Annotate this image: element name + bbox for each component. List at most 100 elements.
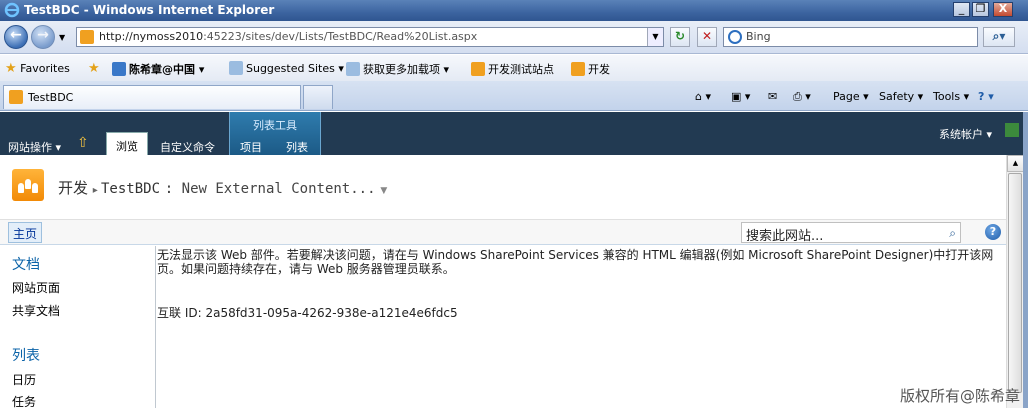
site-actions-menu[interactable]: 网站操作 ▾ (8, 139, 61, 155)
feeds-icon[interactable]: ▣ ▾ (731, 90, 750, 103)
tab-browse[interactable]: 浏览 (106, 132, 148, 155)
forward-arrow-icon: → (37, 27, 49, 43)
web-slice-icon (112, 62, 126, 76)
search-icon[interactable]: ⌕ (949, 226, 956, 241)
fav-item-label: 获取更多加载项 (363, 63, 440, 76)
fav-item-label: Suggested Sites (246, 62, 335, 75)
search-input[interactable]: Bing (723, 27, 978, 47)
fav-item-label: 开发测试站点 (488, 63, 554, 76)
tab-custom-commands[interactable]: 自定义命令 (160, 139, 215, 155)
fav-item-label: 陈希章@中国 (129, 63, 195, 76)
scroll-up-icon[interactable]: ▲ (1007, 155, 1024, 172)
bing-icon (728, 30, 742, 44)
fav-item-user[interactable]: 陈希章@中国 ▾ (112, 61, 204, 77)
window-frame-right (1023, 112, 1028, 408)
breadcrumb-site[interactable]: 开发 (58, 179, 88, 197)
site-title-area: 开发 ▸ TestBDC : New External Content... ▼ (0, 155, 1006, 219)
site-actions-label: 网站操作 (8, 141, 52, 154)
user-label: 系统帐户 (939, 128, 983, 141)
safety-menu[interactable]: Safety ▾ (879, 90, 923, 103)
site-logo-icon[interactable] (12, 169, 44, 201)
page-menu[interactable]: Page ▾ (833, 90, 869, 103)
search-button[interactable]: ⌕▾ (983, 27, 1015, 47)
close-button[interactable]: X (993, 2, 1013, 17)
url-path: :45223/sites/dev/Lists/TestBDC/Read%20Li… (203, 30, 478, 43)
nav-link-tasks[interactable]: 任务 (12, 393, 36, 408)
sharepoint-favicon-icon (471, 62, 485, 76)
minimize-button[interactable]: _ (953, 2, 970, 17)
safety-menu-label: Safety (879, 90, 915, 103)
tab-bar: TestBDC ⌂ ▾ ▣ ▾ ✉ ⎙ ▾ Page ▾ Safety ▾ To… (0, 81, 1028, 111)
list-tools-label: 列表工具 (253, 119, 297, 132)
sharepoint-favicon-icon (80, 30, 94, 44)
back-button[interactable]: ← (4, 25, 28, 49)
nav-home[interactable]: 主页 (8, 222, 43, 243)
forward-button[interactable]: → (31, 25, 55, 49)
back-arrow-icon: ← (10, 27, 22, 43)
tab-items[interactable]: 项目 (240, 139, 262, 155)
watermark-text: 版权所有@陈希章 (899, 387, 1020, 405)
office-icon[interactable] (1005, 123, 1019, 137)
sharepoint-favicon-icon (571, 62, 585, 76)
correlation-id: 互联 ID: 2a58fd31-095a-4262-938e-a121e4e6f… (157, 306, 458, 320)
main-content: 无法显示该 Web 部件。若要解决该问题，请在与 Windows SharePo… (157, 246, 1006, 408)
search-placeholder: Bing (746, 30, 771, 43)
top-nav: 主页 搜索此网站... ⌕ ? (0, 219, 1006, 245)
navigate-up-icon[interactable]: ⇧ (77, 135, 89, 151)
fav-item-suggested[interactable]: Suggested Sites ▾ (229, 61, 344, 75)
print-icon[interactable]: ⎙ ▾ (793, 90, 811, 104)
favorites-label: Favorites (20, 62, 70, 75)
breadcrumb-list[interactable]: TestBDC (101, 181, 160, 197)
history-dropdown-icon[interactable]: ▼ (59, 33, 65, 42)
address-toolbar: ← → ▼ http://nymoss2010:45223/sites/dev/… (0, 21, 1028, 54)
fav-item-dev[interactable]: 开发 (571, 61, 610, 77)
tools-menu-label: Tools (933, 90, 961, 103)
nav-link-shared-docs[interactable]: 共享文档 (12, 302, 60, 319)
fav-item-addons[interactable]: 获取更多加载项 ▾ (346, 61, 449, 77)
site-search-placeholder: 搜索此网站... (746, 229, 824, 244)
fav-item-label: 开发 (588, 63, 610, 76)
breadcrumb: 开发 ▸ TestBDC : New External Content... ▼ (58, 179, 388, 197)
favorites-button[interactable]: ★ Favorites (5, 61, 70, 76)
user-menu[interactable]: 系统帐户 ▾ (939, 126, 992, 142)
quick-launch: 文档 网站页面 共享文档 列表 日历 任务 (0, 246, 156, 408)
ie-page-icon (346, 62, 360, 76)
web-part-error-message: 无法显示该 Web 部件。若要解决该问题，请在与 Windows SharePo… (157, 248, 994, 276)
scroll-thumb[interactable] (1008, 173, 1022, 393)
help-menu-icon[interactable]: ? ▾ (978, 90, 994, 103)
star-icon: ★ (5, 61, 17, 76)
window-title-bar: TestBDC - Windows Internet Explorer _ ❐ … (0, 0, 1028, 21)
nav-link-calendar[interactable]: 日历 (12, 371, 36, 388)
nav-heading-lists[interactable]: 列表 (12, 345, 40, 365)
tools-menu[interactable]: Tools ▾ (933, 90, 969, 103)
tab-list[interactable]: 列表 (286, 139, 308, 155)
tab-testbdc[interactable]: TestBDC (3, 85, 301, 109)
window-title: TestBDC - Windows Internet Explorer (24, 3, 275, 17)
tab-label: TestBDC (28, 91, 74, 104)
ie-page-icon (229, 61, 243, 75)
favorites-bar: ★ Favorites ★ 陈希章@中国 ▾ Suggested Sites ▾… (0, 55, 1028, 81)
address-input[interactable]: http://nymoss2010:45223/sites/dev/Lists/… (76, 27, 664, 47)
mail-icon[interactable]: ✉ (768, 90, 777, 103)
maximize-button[interactable]: ❐ (972, 2, 989, 17)
new-tab-button[interactable] (303, 85, 333, 109)
site-search-input[interactable]: 搜索此网站... ⌕ (741, 222, 961, 244)
home-icon[interactable]: ⌂ ▾ (695, 90, 711, 103)
refresh-button[interactable]: ↻ (670, 27, 690, 47)
address-dropdown-icon[interactable]: ▼ (647, 28, 663, 46)
view-dropdown-icon[interactable]: ▼ (380, 186, 387, 196)
fav-item-dev-test[interactable]: 开发测试站点 (471, 61, 554, 77)
breadcrumb-separator-icon: ▸ (92, 185, 101, 196)
sharepoint-favicon-icon (9, 90, 23, 104)
nav-link-site-pages[interactable]: 网站页面 (12, 279, 60, 296)
stop-button[interactable]: ✕ (697, 27, 717, 47)
vertical-scrollbar[interactable]: ▲ (1006, 155, 1024, 408)
breadcrumb-view[interactable]: New External Content... (182, 181, 376, 197)
help-icon[interactable]: ? (985, 224, 1001, 240)
add-favorite-icon[interactable]: ★ (88, 61, 100, 76)
url-host: http://nymoss2010 (99, 30, 204, 43)
page-menu-label: Page (833, 90, 860, 103)
ie-logo-icon (4, 2, 20, 18)
nav-heading-documents[interactable]: 文档 (12, 254, 40, 274)
sharepoint-ribbon (0, 112, 1028, 155)
